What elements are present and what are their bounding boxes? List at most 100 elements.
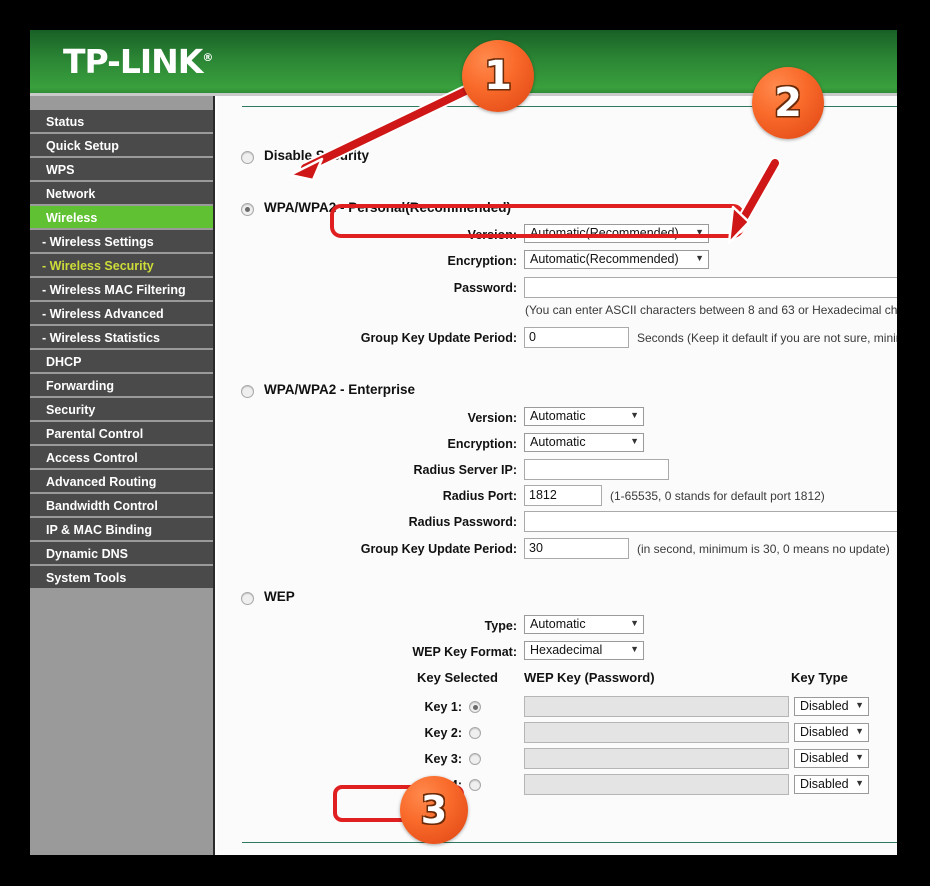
radio-wep-key-1[interactable] — [469, 701, 481, 713]
label-enterprise-encryption: Encryption: — [447, 437, 517, 451]
sidebar-item-ip-mac-binding[interactable]: IP & MAC Binding — [30, 518, 213, 542]
sidebar-item-dhcp[interactable]: DHCP — [30, 350, 213, 374]
select-wep-type[interactable]: Automatic ▼ — [524, 615, 644, 634]
input-personal-password[interactable] — [524, 277, 897, 298]
select-personal-version-value: Automatic(Recommended) — [530, 226, 679, 240]
label-wep-key-format: WEP Key Format: — [412, 645, 517, 659]
sidebar-item-wireless-settings[interactable]: - Wireless Settings — [30, 230, 213, 254]
radio-disable-security[interactable] — [241, 151, 254, 164]
sidebar-item-wireless-security[interactable]: - Wireless Security — [30, 254, 213, 278]
column-header-key-type: Key Type — [791, 670, 848, 685]
sidebar-item-system-tools[interactable]: System Tools — [30, 566, 213, 590]
select-wep-key-format-value: Hexadecimal — [530, 643, 603, 657]
label-radius-server-ip: Radius Server IP: — [413, 463, 517, 477]
router-admin-page: TP-LINK® Status Quick Setup WPS Network Wire… — [30, 30, 897, 855]
sidebar-item-access-control[interactable]: Access Control — [30, 446, 213, 470]
label-personal-encryption: Encryption: — [447, 254, 517, 268]
input-wep-key-2[interactable] — [524, 722, 789, 743]
label-wep-type: Type: — [484, 619, 517, 633]
select-wep-key-type-3[interactable]: Disabled ▼ — [794, 749, 869, 768]
chevron-down-icon: ▼ — [630, 436, 639, 446]
select-wep-key-format[interactable]: Hexadecimal ▼ — [524, 641, 644, 660]
select-wep-key-type-4-value: Disabled — [800, 777, 849, 791]
label-wep-key-1: Key 1: — [424, 700, 462, 714]
sidebar-item-wireless-statistics[interactable]: - Wireless Statistics — [30, 326, 213, 350]
select-enterprise-encryption[interactable]: Automatic ▼ — [524, 433, 644, 452]
label-radius-password: Radius Password: — [408, 515, 517, 529]
radio-wep-key-4[interactable] — [469, 779, 481, 791]
chevron-down-icon: ▼ — [695, 253, 704, 263]
select-wep-key-type-4[interactable]: Disabled ▼ — [794, 775, 869, 794]
select-wep-key-type-2-value: Disabled — [800, 725, 849, 739]
sidebar-item-wireless[interactable]: Wireless — [30, 206, 213, 230]
radio-wep-key-3[interactable] — [469, 753, 481, 765]
hint-personal-group-key: Seconds (Keep it default if you are not … — [637, 331, 897, 345]
column-header-key-selected: Key Selected — [417, 670, 498, 685]
label-enterprise-version: Version: — [467, 411, 517, 425]
chevron-down-icon: ▼ — [855, 752, 864, 762]
sidebar-item-network[interactable]: Network — [30, 182, 213, 206]
tp-link-logo: TP-LINK® — [63, 42, 213, 81]
label-wep-key-3: Key 3: — [424, 752, 462, 766]
radio-wep-key-2[interactable] — [469, 727, 481, 739]
select-enterprise-version[interactable]: Automatic ▼ — [524, 407, 644, 426]
chevron-down-icon: ▼ — [855, 700, 864, 710]
tp-link-logo-text: TP-LINK — [63, 42, 203, 81]
annotation-badge-1: 1 — [462, 40, 534, 112]
input-radius-password[interactable] — [524, 511, 897, 532]
input-wep-key-1[interactable] — [524, 696, 789, 717]
annotation-badge-2: 2 — [752, 67, 824, 139]
select-wep-key-type-2[interactable]: Disabled ▼ — [794, 723, 869, 742]
input-enterprise-group-key[interactable]: 30 — [524, 538, 629, 559]
sidebar-top-strip — [30, 96, 213, 110]
select-enterprise-version-value: Automatic — [530, 409, 586, 423]
select-personal-encryption[interactable]: Automatic(Recommended) ▼ — [524, 250, 709, 269]
sidebar-item-dynamic-dns[interactable]: Dynamic DNS — [30, 542, 213, 566]
sidebar-item-bandwidth-control[interactable]: Bandwidth Control — [30, 494, 213, 518]
label-wep: WEP — [264, 589, 295, 604]
input-wep-key-3[interactable] — [524, 748, 789, 769]
select-personal-version[interactable]: Automatic(Recommended) ▼ — [524, 224, 709, 243]
select-wep-key-type-1-value: Disabled — [800, 699, 849, 713]
sidebar-item-wireless-mac-filtering[interactable]: - Wireless MAC Filtering — [30, 278, 213, 302]
chevron-down-icon: ▼ — [855, 778, 864, 788]
input-radius-server-ip[interactable] — [524, 459, 669, 480]
sidebar-item-advanced-routing[interactable]: Advanced Routing — [30, 470, 213, 494]
hint-personal-password: (You can enter ASCII characters between … — [525, 303, 897, 317]
select-wep-key-type-1[interactable]: Disabled ▼ — [794, 697, 869, 716]
label-wpa-personal: WPA/WPA2 - Personal(Recommended) — [264, 200, 512, 215]
label-personal-version: Version: — [467, 228, 517, 242]
label-radius-port: Radius Port: — [442, 489, 517, 503]
wireless-security-form: Disable Security WPA/WPA2 - Personal(Rec… — [217, 96, 897, 855]
label-personal-group-key: Group Key Update Period: — [360, 331, 517, 345]
chevron-down-icon: ▼ — [630, 644, 639, 654]
chevron-down-icon: ▼ — [630, 618, 639, 628]
sidebar-item-quick-setup[interactable]: Quick Setup — [30, 134, 213, 158]
select-personal-encryption-value: Automatic(Recommended) — [530, 252, 679, 266]
input-radius-port[interactable]: 1812 — [524, 485, 602, 506]
radio-wpa-personal[interactable] — [241, 203, 254, 216]
sidebar-item-security[interactable]: Security — [30, 398, 213, 422]
sidebar-item-wps[interactable]: WPS — [30, 158, 213, 182]
chevron-down-icon: ▼ — [855, 726, 864, 736]
radio-wep[interactable] — [241, 592, 254, 605]
sidebar-nav: Status Quick Setup WPS Network Wireless - Wir… — [30, 96, 215, 855]
sidebar-item-list: Status Quick Setup WPS Network Wireless - Wir… — [30, 110, 213, 590]
hint-enterprise-group-key: (in second, minimum is 30, 0 means no up… — [637, 542, 890, 556]
registered-trademark-icon: ® — [202, 51, 213, 64]
sidebar-item-status[interactable]: Status — [30, 110, 213, 134]
sidebar-item-wireless-advanced[interactable]: - Wireless Advanced — [30, 302, 213, 326]
sidebar-item-parental-control[interactable]: Parental Control — [30, 422, 213, 446]
label-personal-password: Password: — [453, 281, 517, 295]
chevron-down-icon: ▼ — [630, 410, 639, 420]
screenshot-frame: TP-LINK® Status Quick Setup WPS Network Wire… — [0, 0, 930, 886]
hint-radius-port: (1-65535, 0 stands for default port 1812… — [610, 489, 825, 503]
select-enterprise-encryption-value: Automatic — [530, 435, 586, 449]
sidebar-item-forwarding[interactable]: Forwarding — [30, 374, 213, 398]
input-personal-group-key[interactable]: 0 — [524, 327, 629, 348]
select-wep-key-type-3-value: Disabled — [800, 751, 849, 765]
radio-wpa-enterprise[interactable] — [241, 385, 254, 398]
input-wep-key-4[interactable] — [524, 774, 789, 795]
label-wep-key-2: Key 2: — [424, 726, 462, 740]
column-header-wep-key: WEP Key (Password) — [524, 670, 655, 685]
